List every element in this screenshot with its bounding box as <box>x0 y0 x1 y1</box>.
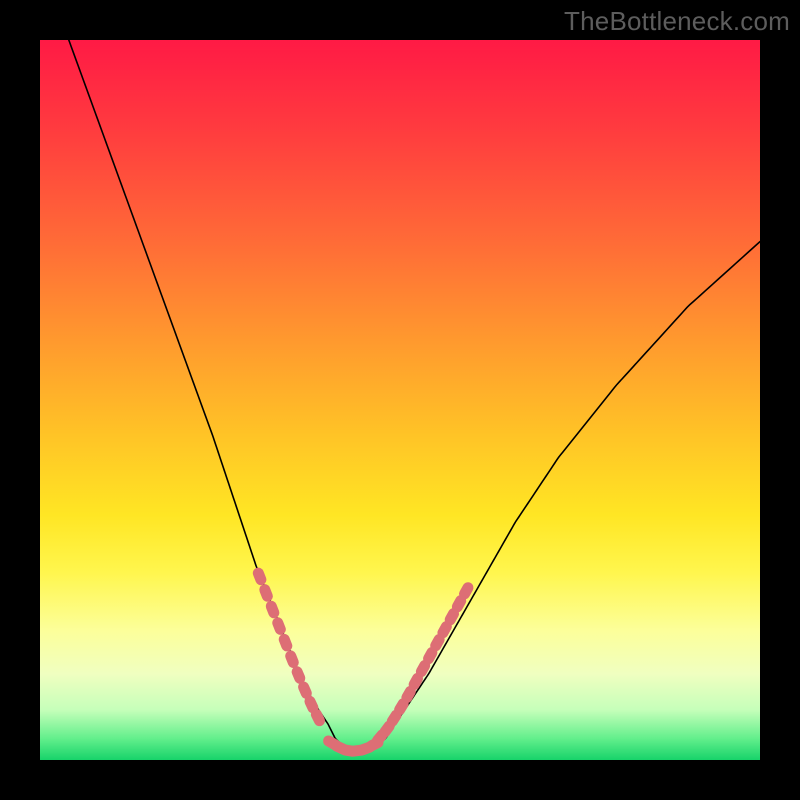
plot-svg <box>40 40 760 760</box>
bottleneck-curve <box>69 40 760 753</box>
marker-group <box>251 566 475 758</box>
marker-capsule <box>258 583 275 604</box>
marker-capsule <box>277 632 294 653</box>
chart-frame: TheBottleneck.com <box>0 0 800 800</box>
plot-area <box>40 40 760 760</box>
marker-capsule <box>251 566 268 587</box>
marker-capsule <box>264 599 281 620</box>
watermark-text: TheBottleneck.com <box>564 6 790 37</box>
marker-capsule <box>271 616 288 637</box>
